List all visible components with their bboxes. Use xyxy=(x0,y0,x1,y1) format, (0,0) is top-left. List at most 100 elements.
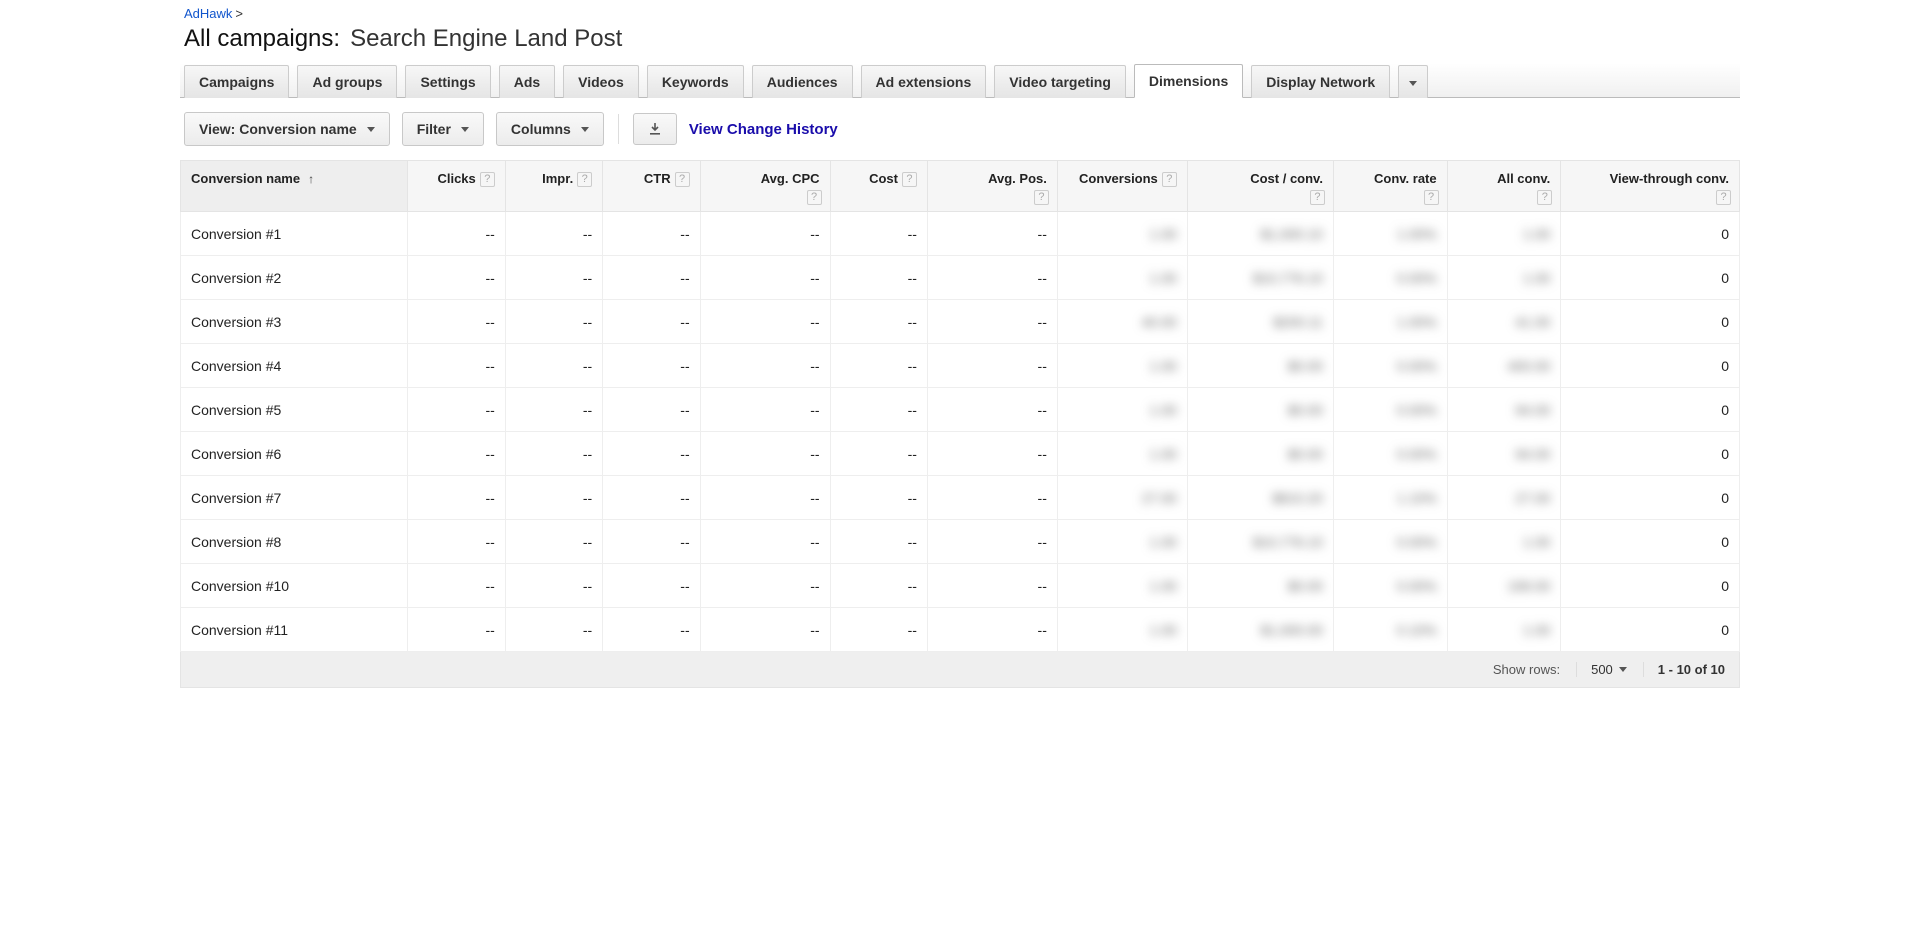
filter-dropdown[interactable]: Filter xyxy=(402,112,484,146)
column-header-impr-[interactable]: Impr.? xyxy=(505,161,602,212)
conversion-name-cell: Conversion #6 xyxy=(181,432,408,476)
tab-campaigns[interactable]: Campaigns xyxy=(184,65,289,98)
metric-cell: -- xyxy=(927,476,1057,520)
metric-cell: -- xyxy=(927,300,1057,344)
view-through-cell: 0 xyxy=(1561,432,1740,476)
table-footer: Show rows: 500 1 - 10 of 10 xyxy=(180,652,1740,688)
help-icon[interactable]: ? xyxy=(902,172,917,187)
column-header-avg-cpc[interactable]: Avg. CPC? xyxy=(700,161,830,212)
tab-dimensions[interactable]: Dimensions xyxy=(1134,64,1243,98)
metric-cell-blurred: 1.00 xyxy=(1057,344,1187,388)
tab-keywords[interactable]: Keywords xyxy=(647,65,744,98)
column-header-ctr[interactable]: CTR? xyxy=(603,161,700,212)
column-header-cost[interactable]: Cost? xyxy=(830,161,927,212)
tab-more-dropdown[interactable] xyxy=(1398,65,1428,98)
metric-cell-blurred: 1.00 xyxy=(1057,212,1187,256)
metric-cell: -- xyxy=(408,344,505,388)
tab-ad-groups[interactable]: Ad groups xyxy=(297,65,397,98)
column-header-avg-pos-[interactable]: Avg. Pos.? xyxy=(927,161,1057,212)
help-icon[interactable]: ? xyxy=(1424,190,1439,205)
metric-cell-blurred: $1,000.10 xyxy=(1187,212,1333,256)
help-icon[interactable]: ? xyxy=(1716,190,1731,205)
tab-display-network[interactable]: Display Network xyxy=(1251,65,1390,98)
column-header-all-conv-[interactable]: All conv.? xyxy=(1447,161,1561,212)
metric-cell: -- xyxy=(700,388,830,432)
column-label: Conv. rate xyxy=(1374,171,1437,186)
view-through-cell: 0 xyxy=(1561,564,1740,608)
show-rows-label: Show rows: xyxy=(1493,662,1560,677)
view-label: View: Conversion name xyxy=(199,121,357,137)
metric-cell: -- xyxy=(505,256,602,300)
table-row: Conversion #7------------27.00$810.201.1… xyxy=(181,476,1740,520)
breadcrumb-separator: > xyxy=(235,6,243,21)
columns-label: Columns xyxy=(511,121,571,137)
metric-cell-blurred: 40.00 xyxy=(1057,300,1187,344)
help-icon[interactable]: ? xyxy=(1162,172,1177,187)
metric-cell: -- xyxy=(927,256,1057,300)
columns-dropdown[interactable]: Columns xyxy=(496,112,604,146)
chevron-down-icon xyxy=(1409,81,1417,86)
tab-video-targeting[interactable]: Video targeting xyxy=(994,65,1126,98)
metric-cell: -- xyxy=(505,608,602,652)
view-change-history-link[interactable]: View Change History xyxy=(689,121,838,138)
metric-cell: -- xyxy=(830,608,927,652)
metric-cell: -- xyxy=(830,212,927,256)
help-icon[interactable]: ? xyxy=(807,190,822,205)
metric-cell: -- xyxy=(927,212,1057,256)
tab-ads[interactable]: Ads xyxy=(499,65,555,98)
metric-cell: -- xyxy=(700,520,830,564)
download-icon xyxy=(648,122,662,136)
metric-cell-blurred: $0.00 xyxy=(1187,344,1333,388)
breadcrumb-link[interactable]: AdHawk xyxy=(184,6,232,21)
view-through-cell: 0 xyxy=(1561,520,1740,564)
column-header-conversions[interactable]: Conversions? xyxy=(1057,161,1187,212)
column-header-conversion-name[interactable]: Conversion name↑ xyxy=(181,161,408,212)
tab-audiences[interactable]: Audiences xyxy=(752,65,853,98)
table-row: Conversion #2------------1.00$10,776.100… xyxy=(181,256,1740,300)
table-row: Conversion #6------------1.00$0.000.00%9… xyxy=(181,432,1740,476)
column-label: Impr. xyxy=(542,171,573,186)
rows-per-page-select[interactable]: 500 xyxy=(1576,662,1627,677)
metric-cell: -- xyxy=(408,520,505,564)
metric-cell: -- xyxy=(603,520,700,564)
table-row: Conversion #3------------40.00$200.111.0… xyxy=(181,300,1740,344)
column-label: Conversion name xyxy=(191,171,300,186)
metric-cell-blurred: 1.00 xyxy=(1057,388,1187,432)
pagination-range: 1 - 10 of 10 xyxy=(1643,662,1725,677)
help-icon[interactable]: ? xyxy=(675,172,690,187)
tab-settings[interactable]: Settings xyxy=(405,65,490,98)
table-row: Conversion #10------------1.00$0.000.00%… xyxy=(181,564,1740,608)
view-dropdown[interactable]: View: Conversion name xyxy=(184,112,390,146)
metric-cell: -- xyxy=(700,344,830,388)
download-button[interactable] xyxy=(633,113,677,145)
help-icon[interactable]: ? xyxy=(1537,190,1552,205)
column-header-view-through-conv-[interactable]: View-through conv.? xyxy=(1561,161,1740,212)
metric-cell: -- xyxy=(505,520,602,564)
view-through-cell: 0 xyxy=(1561,608,1740,652)
help-icon[interactable]: ? xyxy=(577,172,592,187)
view-through-cell: 0 xyxy=(1561,256,1740,300)
column-header-cost-conv-[interactable]: Cost / conv.? xyxy=(1187,161,1333,212)
metric-cell-blurred: 0.00% xyxy=(1333,388,1447,432)
column-header-conv-rate[interactable]: Conv. rate? xyxy=(1333,161,1447,212)
help-icon[interactable]: ? xyxy=(1034,190,1049,205)
view-through-cell: 0 xyxy=(1561,388,1740,432)
tab-videos[interactable]: Videos xyxy=(563,65,639,98)
metric-cell-blurred: 0.00% xyxy=(1333,344,1447,388)
metric-cell: -- xyxy=(505,344,602,388)
title-label: All campaigns: xyxy=(184,25,340,53)
metric-cell-blurred: 1.00 xyxy=(1447,212,1561,256)
metric-cell: -- xyxy=(700,608,830,652)
chevron-down-icon xyxy=(367,127,375,132)
column-label: Cost xyxy=(869,171,898,186)
column-header-clicks[interactable]: Clicks? xyxy=(408,161,505,212)
help-icon[interactable]: ? xyxy=(480,172,495,187)
help-icon[interactable]: ? xyxy=(1310,190,1325,205)
table-row: Conversion #11------------1.00$1,000.000… xyxy=(181,608,1740,652)
tab-bar: CampaignsAd groupsSettings AdsVideosKeywo… xyxy=(180,63,1740,98)
view-through-cell: 0 xyxy=(1561,300,1740,344)
title-name: Search Engine Land Post xyxy=(350,25,622,53)
metric-cell: -- xyxy=(603,212,700,256)
metric-cell-blurred: 1.00 xyxy=(1057,432,1187,476)
tab-ad-extensions[interactable]: Ad extensions xyxy=(861,65,987,98)
